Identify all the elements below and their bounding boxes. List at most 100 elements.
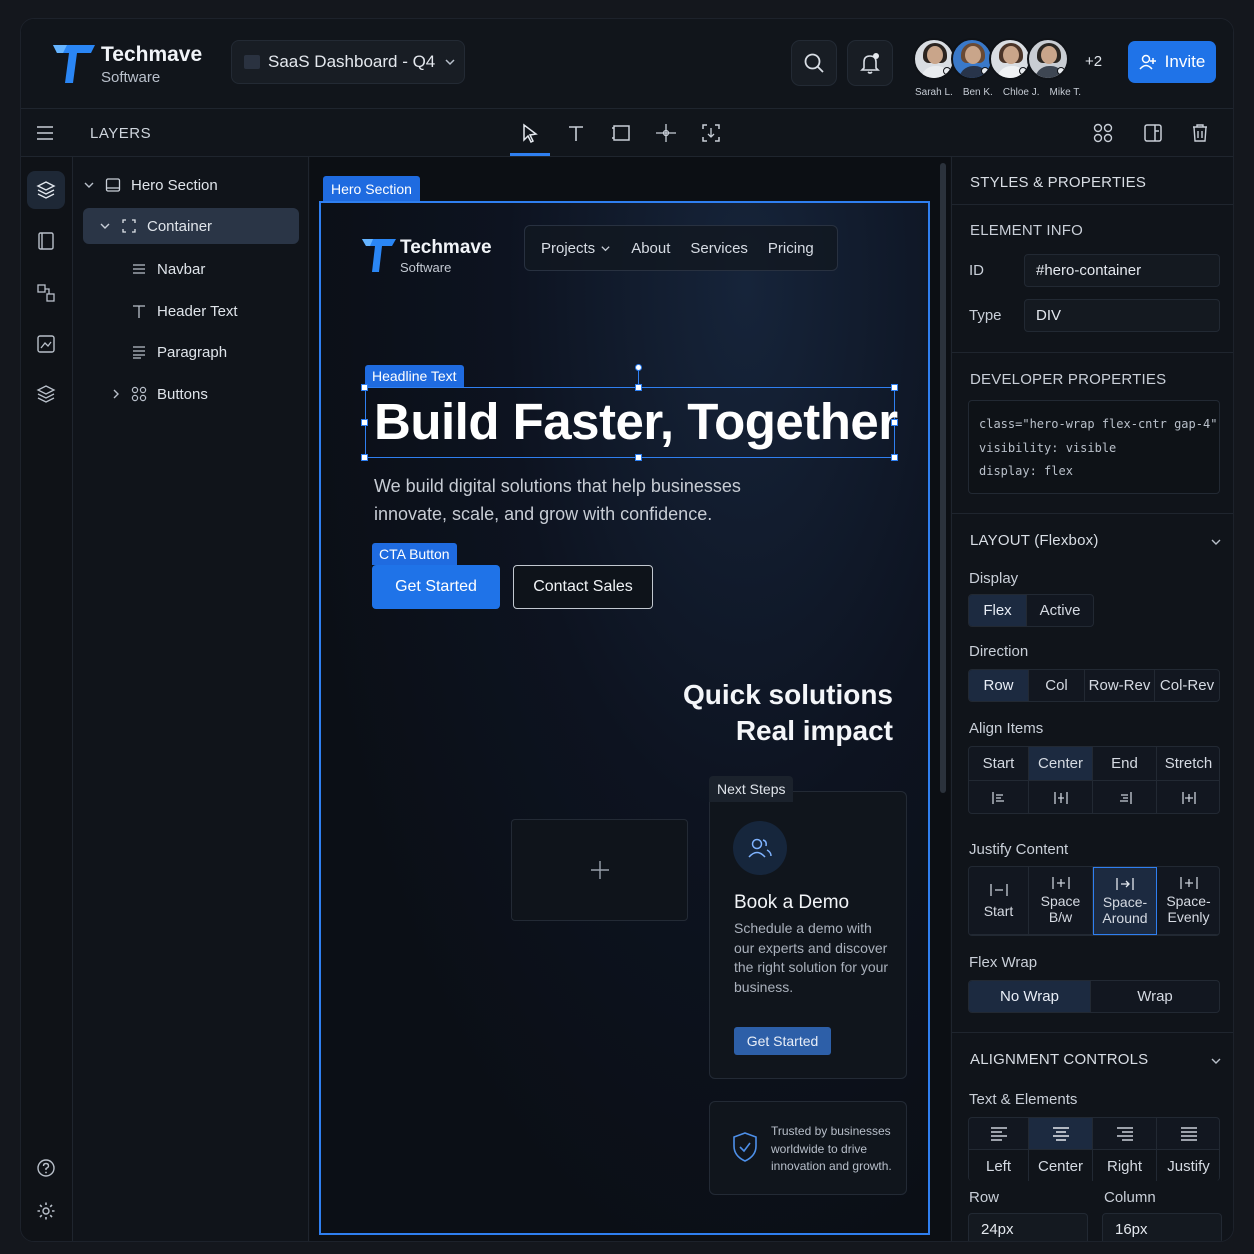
canvas-scrollbar[interactable] xyxy=(940,163,946,793)
direction-col-rev-option[interactable]: Col-Rev xyxy=(1155,670,1219,701)
project-selector[interactable]: SaaS Dashboard - Q4 xyxy=(231,40,465,84)
justify-start-option[interactable]: Start xyxy=(969,867,1029,935)
nav-pricing[interactable]: Pricing xyxy=(768,240,814,257)
direction-row-option[interactable]: Row xyxy=(969,670,1029,701)
align-justify-button[interactable] xyxy=(1157,1118,1219,1150)
text-tool[interactable] xyxy=(564,121,588,145)
chevron-down-icon[interactable] xyxy=(1209,1054,1223,1068)
resize-handle[interactable] xyxy=(635,384,642,391)
chevron-down-icon xyxy=(100,223,110,229)
align-center-icon[interactable] xyxy=(1029,781,1093,813)
rotate-handle[interactable] xyxy=(635,364,642,371)
align-start-option[interactable]: Start xyxy=(969,747,1029,781)
toolbar: LAYERS xyxy=(21,109,1233,157)
justify-around-option[interactable]: Space-Around xyxy=(1093,867,1157,935)
get-started-button[interactable]: Get Started xyxy=(372,565,500,609)
direction-col-option[interactable]: Col xyxy=(1029,670,1085,701)
align-end-option[interactable]: End xyxy=(1093,747,1157,781)
extra-collaborators-count[interactable]: +2 xyxy=(1085,53,1102,70)
align-center-label: Center xyxy=(1029,1150,1093,1181)
justify-evenly-option[interactable]: Space-Evenly xyxy=(1157,867,1219,935)
hero-brand-name: Techmave xyxy=(400,237,492,258)
rail-assets-button[interactable] xyxy=(27,274,65,312)
rail-layers-button[interactable] xyxy=(27,171,65,209)
align-center-button[interactable] xyxy=(1029,1118,1093,1150)
layer-hero-section[interactable]: Hero Section xyxy=(83,167,218,203)
avatar[interactable] xyxy=(951,38,993,80)
brand-subtitle: Software xyxy=(101,69,161,86)
nav-about[interactable]: About xyxy=(631,240,670,257)
invite-button[interactable]: Invite xyxy=(1128,41,1216,83)
folder-icon xyxy=(244,55,260,69)
layer-buttons[interactable]: Buttons xyxy=(111,376,208,412)
resize-icon xyxy=(702,124,720,142)
divider xyxy=(951,352,1233,353)
align-stretch-option[interactable]: Stretch xyxy=(1157,747,1219,781)
resize-handle[interactable] xyxy=(891,454,898,461)
align-end-icon[interactable] xyxy=(1093,781,1157,813)
nav-services[interactable]: Services xyxy=(690,240,748,257)
notifications-button[interactable] xyxy=(847,40,893,86)
resize-handle[interactable] xyxy=(361,419,368,426)
rail-pages-button[interactable] xyxy=(27,222,65,260)
option-label: Space-Around xyxy=(1102,893,1148,926)
text-elements-label: Text & Elements xyxy=(969,1091,1078,1108)
resize-handle[interactable] xyxy=(361,454,368,461)
resize-handle[interactable] xyxy=(361,384,368,391)
move-tool[interactable] xyxy=(654,121,678,145)
align-label: Align Items xyxy=(969,720,1044,737)
align-start-icon[interactable] xyxy=(969,781,1029,813)
collaborator-avatars[interactable] xyxy=(913,38,1069,84)
align-stretch-icon[interactable] xyxy=(1157,781,1219,813)
justify-between-option[interactable]: Space B/w xyxy=(1029,867,1093,935)
no-wrap-option[interactable]: No Wrap xyxy=(969,981,1091,1012)
layer-header-text[interactable]: Header Text xyxy=(131,293,238,329)
wrap-option[interactable]: Wrap xyxy=(1091,981,1219,1012)
avatar[interactable] xyxy=(913,38,955,80)
resize-handle[interactable] xyxy=(891,384,898,391)
type-field[interactable]: DIV xyxy=(1024,299,1220,332)
nav-projects[interactable]: Projects xyxy=(541,240,611,257)
search-button[interactable] xyxy=(791,40,837,86)
components-button[interactable] xyxy=(1091,121,1115,145)
quick-solutions-heading[interactable]: Quick solutions Real impact xyxy=(621,677,893,749)
rail-stack-button[interactable] xyxy=(27,375,65,413)
display-flex-option[interactable]: Flex xyxy=(969,595,1027,626)
dev-props-code[interactable]: class="hero-wrap flex-cntr gap-4" visibi… xyxy=(968,400,1220,494)
display-active-option[interactable]: Active xyxy=(1027,595,1093,626)
rail-help-button[interactable] xyxy=(27,1149,65,1187)
rail-media-button[interactable] xyxy=(27,325,65,363)
align-center-option[interactable]: Center xyxy=(1029,747,1093,781)
layer-navbar[interactable]: Navbar xyxy=(131,251,205,287)
resize-handle[interactable] xyxy=(635,454,642,461)
chevron-down-icon xyxy=(601,245,610,251)
plus-icon xyxy=(590,861,609,879)
layer-container[interactable]: Container xyxy=(83,208,299,244)
hero-paragraph[interactable]: We build digital solutions that help bus… xyxy=(374,472,794,528)
resize-tool[interactable] xyxy=(699,121,723,145)
add-element-placeholder[interactable] xyxy=(511,819,688,921)
chevron-down-icon[interactable] xyxy=(1209,535,1223,549)
column-gap-input[interactable]: 16px xyxy=(1102,1213,1222,1241)
panel-toggle-button[interactable] xyxy=(1141,121,1165,145)
id-field[interactable]: #hero-container xyxy=(1024,254,1220,287)
menu-icon[interactable] xyxy=(36,125,54,141)
frame-tool[interactable] xyxy=(609,121,633,145)
contact-sales-button[interactable]: Contact Sales xyxy=(513,565,653,609)
align-right-button[interactable] xyxy=(1093,1118,1157,1150)
align-left-button[interactable] xyxy=(969,1118,1029,1150)
logo-icon xyxy=(53,45,95,83)
avatar[interactable] xyxy=(989,38,1031,80)
direction-row-rev-option[interactable]: Row-Rev xyxy=(1085,670,1155,701)
hero-navbar: Projects About Services Pricing xyxy=(524,225,838,271)
select-tool[interactable] xyxy=(518,121,542,145)
rail-settings-button[interactable] xyxy=(27,1192,65,1230)
avatar[interactable] xyxy=(1027,38,1069,80)
row-gap-input[interactable]: 24px xyxy=(968,1213,1088,1241)
delete-button[interactable] xyxy=(1188,121,1212,145)
grid-icon xyxy=(131,386,147,402)
demo-get-started-button[interactable]: Get Started xyxy=(734,1027,831,1055)
layer-paragraph[interactable]: Paragraph xyxy=(131,334,227,370)
grid-icon xyxy=(1093,123,1113,143)
hero-headline[interactable]: Build Faster, Together xyxy=(374,392,898,451)
